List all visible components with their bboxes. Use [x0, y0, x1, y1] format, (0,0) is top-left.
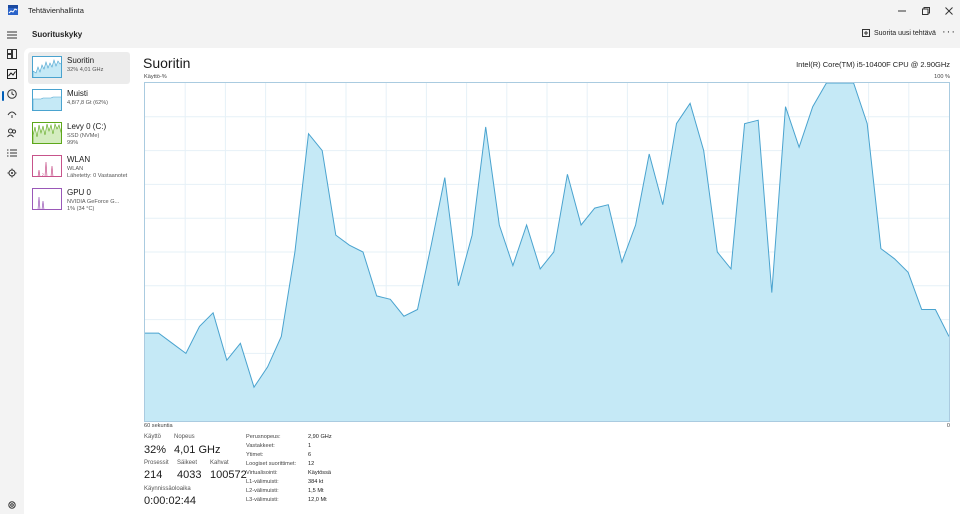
detail-key: Ytimet: [246, 452, 264, 458]
device-name: WLAN [67, 155, 91, 164]
detail-value: 12,0 Mt [308, 497, 327, 503]
run-new-task-button[interactable]: Suorita uusi tehtävä [862, 29, 936, 37]
handles-value: 100572 [210, 469, 247, 481]
detail-key: L3-välimuisti: [246, 497, 279, 503]
uptime-value: 0:00:02:44 [144, 495, 196, 507]
close-icon [945, 7, 953, 15]
device-detail: SSD (NVMe) [67, 133, 100, 139]
performance-title: Suoritin [143, 55, 191, 71]
page-title: Suorituskyky [32, 30, 83, 39]
window-title: Tehtävienhallinta [28, 6, 84, 15]
device-item-memory[interactable]: Muisti 4,8/7,8 Gt (62%) [28, 85, 130, 117]
detail-value: 2,90 GHz [308, 434, 332, 440]
device-name: Levy 0 (C:) [67, 122, 107, 131]
hamburger-menu-icon[interactable] [5, 28, 19, 42]
device-name: Suoritin [67, 56, 95, 65]
device-item-gpu[interactable]: GPU 0 NVIDIA GeForce G... 1% (34 °C) [28, 184, 130, 216]
device-item-wlan[interactable]: WLAN WLAN Lähetetty: 0 Vastaanotet [28, 151, 130, 183]
detail-key: Loogiset suorittimet: [246, 461, 297, 467]
device-name: GPU 0 [67, 188, 92, 197]
performance-icon[interactable] [5, 67, 19, 81]
device-detail: 4,8/7,8 Gt (62%) [67, 100, 109, 106]
gpu-thumbnail [32, 188, 62, 210]
more-options-button[interactable]: ··· [942, 26, 956, 38]
run-task-icon [862, 29, 870, 37]
navigation-rail [0, 22, 24, 514]
detail-value: Käytössä [308, 470, 332, 476]
cpu-usage-chart [145, 82, 950, 421]
minimize-icon [898, 10, 906, 12]
page-header: Suorituskyky Suorita uusi tehtävä ··· [24, 22, 960, 48]
y-max-label: 100 % [934, 74, 950, 80]
cpu-model-name: Intel(R) Core(TM) i5-10400F CPU @ 2.90GH… [796, 60, 950, 69]
detail-value: 384 kt [308, 479, 324, 485]
usage-label: Käyttö [144, 434, 162, 440]
detail-value: 6 [308, 452, 312, 458]
device-detail-2: Lähetetty: 0 Vastaanotet [67, 173, 128, 179]
app-history-icon[interactable] [5, 87, 19, 101]
stats-area: Käyttö 32% Nopeus 4,01 GHz Prosessit 214… [142, 432, 956, 514]
run-new-task-label: Suorita uusi tehtävä [874, 29, 936, 37]
users-icon[interactable] [5, 126, 19, 140]
speed-label: Nopeus [174, 434, 195, 440]
device-detail: 32% 4,01 GHz [67, 67, 104, 73]
wlan-thumbnail [32, 155, 62, 177]
processes-label: Prosessit [144, 460, 169, 466]
detail-key: L1-välimuisti: [246, 479, 279, 485]
detail-value: 1 [308, 443, 312, 449]
detail-key: Perusnopeus: [246, 434, 281, 440]
performance-panel: Suoritin Intel(R) Core(TM) i5-10400F CPU… [142, 48, 956, 514]
task-manager-app-icon [8, 5, 18, 15]
content-area: Suoritin 32% 4,01 GHz Muisti 4,8/7,8 Gt … [24, 48, 960, 514]
detail-key: Vastakkeet: [246, 443, 275, 449]
settings-gear-icon[interactable] [5, 498, 19, 512]
cpu-usage-graph [144, 82, 950, 422]
x-right-label: 0 [946, 423, 950, 429]
processes-value: 214 [144, 469, 163, 481]
x-left-label: 60 sekuntia [144, 423, 173, 429]
device-list: Suoritin 32% 4,01 GHz Muisti 4,8/7,8 Gt … [28, 52, 130, 217]
handles-label: Kahvat [210, 460, 229, 466]
device-item-disk[interactable]: Levy 0 (C:) SSD (NVMe) 99% [28, 118, 130, 150]
memory-thumbnail [32, 89, 62, 111]
detail-key: L2-välimuisti: [246, 488, 279, 494]
details-icon[interactable] [5, 146, 19, 160]
restore-icon [922, 7, 930, 15]
usage-value: 32% [144, 444, 167, 456]
threads-label: Säikeet [177, 460, 198, 466]
threads-value: 4033 [177, 469, 202, 481]
disk-thumbnail [32, 122, 62, 144]
close-button[interactable] [933, 0, 960, 22]
detail-value: 1,5 Mt [308, 488, 324, 494]
y-axis-label: Käyttö-% [144, 74, 167, 80]
processes-icon[interactable] [5, 47, 19, 61]
detail-key: Virtualisointi: [246, 470, 278, 476]
title-bar: Tehtävienhallinta [0, 0, 960, 22]
selected-nav-indicator [2, 91, 4, 101]
device-name: Muisti [67, 89, 88, 98]
cpu-thumbnail [32, 56, 62, 78]
detail-value: 12 [308, 461, 315, 467]
device-detail-2: 1% (34 °C) [67, 206, 95, 212]
device-detail-2: 99% [67, 140, 79, 146]
uptime-label: Käynnissäoloaika [144, 486, 191, 492]
device-detail: NVIDIA GeForce G... [67, 199, 120, 205]
speed-value: 4,01 GHz [174, 444, 221, 456]
startup-apps-icon[interactable] [5, 107, 19, 121]
services-icon[interactable] [5, 166, 19, 180]
device-detail: WLAN [67, 166, 84, 172]
device-item-cpu[interactable]: Suoritin 32% 4,01 GHz [28, 52, 130, 84]
